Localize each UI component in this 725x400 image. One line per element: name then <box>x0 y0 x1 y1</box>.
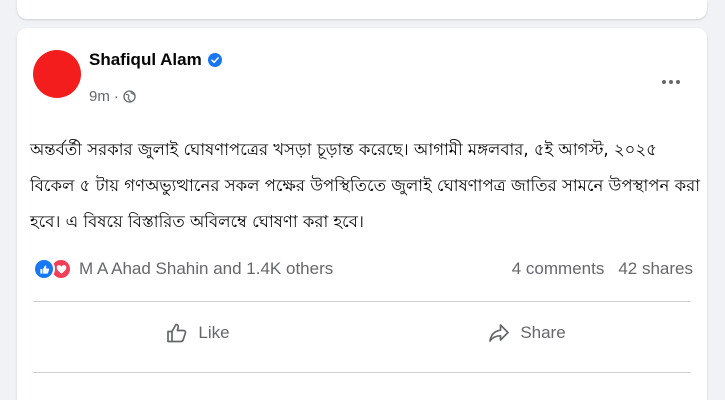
like-label: Like <box>198 323 230 342</box>
post-body: অন্তর্বর্তী সরকার জুলাই ঘোষণাপত্রের খসড়… <box>30 140 701 231</box>
meta-separator: · <box>113 88 119 105</box>
share-arrow-icon <box>489 324 510 342</box>
avatar[interactable] <box>33 50 81 98</box>
thumbs-up-icon <box>167 323 187 343</box>
divider-bottom <box>33 372 691 373</box>
reactions-summary: M A Ahad Shahin and 1.4K others 4 commen… <box>33 254 693 284</box>
reaction-names[interactable]: M A Ahad Shahin and 1.4K others <box>79 259 333 279</box>
comments-count[interactable]: 4 comments <box>512 259 605 279</box>
globe-icon[interactable] <box>123 90 136 103</box>
post-card: Shafiqul Alam 9m · অন্তর্বর্তী সরকার জুল… <box>17 28 707 400</box>
shares-count[interactable]: 42 shares <box>618 259 693 279</box>
share-button[interactable]: Share <box>362 310 691 356</box>
more-options-icon[interactable] <box>657 70 685 94</box>
author-name[interactable]: Shafiqul Alam <box>89 50 202 70</box>
reaction-icons[interactable] <box>33 258 72 280</box>
like-reaction-icon <box>33 258 55 280</box>
previous-post-card-edge <box>17 0 707 19</box>
author-row: Shafiqul Alam <box>89 50 222 70</box>
post-timestamp[interactable]: 9m <box>89 88 110 105</box>
share-label: Share <box>520 323 566 342</box>
divider <box>33 301 691 302</box>
action-bar: Like Share <box>33 310 691 356</box>
like-button[interactable]: Like <box>33 310 362 356</box>
post-meta: 9m · <box>89 88 136 105</box>
verified-badge-icon <box>207 53 222 67</box>
engagement-counts: 4 comments 42 shares <box>512 259 693 279</box>
